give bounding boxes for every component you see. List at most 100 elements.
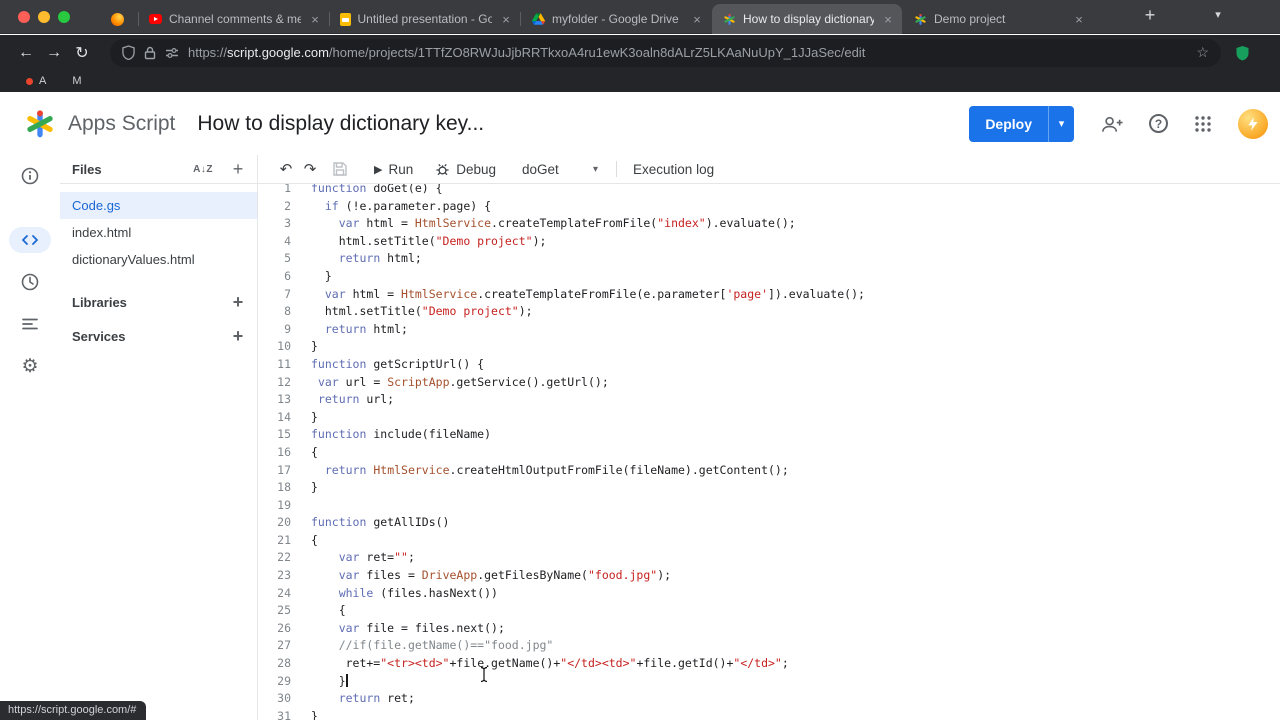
code-line-3[interactable]: 3 var html = HtmlService.createTemplateF… — [258, 215, 1280, 233]
tab-search-chevron-icon[interactable] — [1208, 8, 1228, 21]
line-number[interactable]: 26 — [258, 620, 291, 638]
maximize-window-button[interactable] — [58, 11, 70, 23]
address-bar[interactable]: https://script.google.com/home/projects/… — [110, 38, 1221, 67]
bookmark-item-m[interactable]: M — [72, 75, 81, 87]
debug-button[interactable]: Debug — [435, 162, 496, 177]
code-line-19[interactable]: 19 — [258, 497, 1280, 515]
deploy-dropdown-caret-icon[interactable] — [1048, 105, 1074, 142]
bookmark-star-icon[interactable] — [1196, 44, 1209, 61]
code-editor[interactable]: 1 function doGet(e) {2 if (!e.parameter.p… — [258, 184, 1280, 720]
deploy-label[interactable]: Deploy — [969, 105, 1048, 142]
code-line-29[interactable]: 29 } — [258, 673, 1280, 691]
extension-shield-icon[interactable] — [1235, 45, 1250, 61]
code-line-16[interactable]: 16 { — [258, 444, 1280, 462]
browser-tab-how-to-display-dictionary-ke[interactable]: How to display dictionary keys,v — [712, 4, 902, 34]
line-number[interactable]: 21 — [258, 532, 291, 550]
code-line-26[interactable]: 26 var file = files.next(); — [258, 620, 1280, 638]
help-icon[interactable] — [1149, 114, 1168, 133]
redo-button[interactable] — [298, 160, 322, 178]
file-item-Code.gs[interactable]: Code.gs — [60, 192, 257, 219]
code-line-15[interactable]: 15 function include(fileName) — [258, 426, 1280, 444]
line-number[interactable]: 23 — [258, 567, 291, 585]
undo-button[interactable] — [274, 160, 298, 178]
code-line-9[interactable]: 9 return html; — [258, 321, 1280, 339]
back-button[interactable] — [12, 44, 40, 62]
tab-close-icon[interactable] — [881, 12, 895, 27]
line-number[interactable]: 27 — [258, 637, 291, 655]
code-line-18[interactable]: 18} — [258, 479, 1280, 497]
tune-icon[interactable] — [165, 47, 179, 59]
forward-button[interactable] — [40, 44, 68, 62]
tab-close-icon[interactable] — [690, 12, 704, 27]
minimize-window-button[interactable] — [38, 11, 50, 23]
code-line-25[interactable]: 25 { — [258, 602, 1280, 620]
line-number[interactable]: 13 — [258, 391, 291, 409]
line-number[interactable]: 7 — [258, 286, 291, 304]
nav-editor[interactable] — [6, 219, 54, 261]
code-line-14[interactable]: 14} — [258, 409, 1280, 427]
line-number[interactable]: 10 — [258, 338, 291, 356]
line-number[interactable]: 29 — [258, 673, 291, 691]
code-line-5[interactable]: 5 return html; — [258, 250, 1280, 268]
code-line-13[interactable]: 13 return url; — [258, 391, 1280, 409]
function-selector[interactable]: doGet — [522, 162, 598, 177]
lock-icon[interactable] — [144, 46, 156, 60]
sidebar-section-services[interactable]: Services — [60, 321, 257, 351]
code-line-20[interactable]: 20 function getAllIDs() — [258, 514, 1280, 532]
line-number[interactable]: 24 — [258, 585, 291, 603]
line-number[interactable]: 2 — [258, 198, 291, 216]
shield-icon[interactable] — [122, 45, 135, 60]
code-line-27[interactable]: 27 //if(file.getName()=="food.jpg" — [258, 637, 1280, 655]
new-tab-button[interactable] — [1138, 5, 1162, 26]
code-line-23[interactable]: 23 var files = DriveApp.getFilesByName("… — [258, 567, 1280, 585]
line-number[interactable]: 15 — [258, 426, 291, 444]
line-number[interactable]: 16 — [258, 444, 291, 462]
browser-tab-channel-comments-mentions[interactable]: Channel comments & mentions — [139, 4, 329, 34]
line-number[interactable]: 18 — [258, 479, 291, 497]
line-number[interactable]: 30 — [258, 690, 291, 708]
line-number[interactable]: 6 — [258, 268, 291, 286]
code-line-6[interactable]: 6 } — [258, 268, 1280, 286]
code-line-22[interactable]: 22 var ret=""; — [258, 549, 1280, 567]
line-number[interactable]: 5 — [258, 250, 291, 268]
line-number[interactable]: 28 — [258, 655, 291, 673]
share-person-add-icon[interactable] — [1100, 114, 1123, 134]
deploy-button[interactable]: Deploy — [969, 105, 1074, 142]
google-apps-grid-icon[interactable] — [1194, 115, 1212, 133]
add-libraries-icon[interactable] — [229, 293, 247, 311]
tab-close-icon[interactable] — [499, 12, 513, 27]
code-line-10[interactable]: 10} — [258, 338, 1280, 356]
code-line-4[interactable]: 4 html.setTitle("Demo project"); — [258, 233, 1280, 251]
browser-tab-pinned[interactable] — [96, 4, 138, 34]
browser-tab-demo-project[interactable]: Demo project — [903, 4, 1093, 34]
add-file-icon[interactable] — [229, 160, 247, 178]
nav-settings[interactable]: ⚙ — [6, 345, 54, 387]
code-line-1[interactable]: 1 function doGet(e) { — [258, 184, 1280, 198]
code-line-17[interactable]: 17 return HtmlService.createHtmlOutputFr… — [258, 462, 1280, 480]
sort-files-icon[interactable] — [193, 164, 213, 175]
line-number[interactable]: 31 — [258, 708, 291, 720]
nav-executions[interactable] — [6, 303, 54, 345]
browser-tab-myfolder-google-drive[interactable]: myfolder - Google Drive — [521, 4, 711, 34]
code-line-28[interactable]: 28 ret+="<tr><td>"+file.getName()+"</td>… — [258, 655, 1280, 673]
close-window-button[interactable] — [18, 11, 30, 23]
code-line-21[interactable]: 21 { — [258, 532, 1280, 550]
reload-button[interactable] — [68, 43, 96, 63]
add-services-icon[interactable] — [229, 327, 247, 345]
file-item-index.html[interactable]: index.html — [60, 219, 257, 246]
browser-tab-untitled-presentation-google[interactable]: Untitled presentation - Google S — [330, 4, 520, 34]
line-number[interactable]: 1 — [258, 184, 291, 198]
code-line-31[interactable]: 31} — [258, 708, 1280, 720]
line-number[interactable]: 9 — [258, 321, 291, 339]
sidebar-section-libraries[interactable]: Libraries — [60, 287, 257, 317]
line-number[interactable]: 8 — [258, 303, 291, 321]
line-number[interactable]: 3 — [258, 215, 291, 233]
nav-overview[interactable] — [6, 155, 54, 197]
code-line-8[interactable]: 8 html.setTitle("Demo project"); — [258, 303, 1280, 321]
line-number[interactable]: 14 — [258, 409, 291, 427]
line-number[interactable]: 4 — [258, 233, 291, 251]
line-number[interactable]: 12 — [258, 374, 291, 392]
tab-close-icon[interactable] — [1072, 12, 1086, 27]
line-number[interactable]: 22 — [258, 549, 291, 567]
line-number[interactable]: 11 — [258, 356, 291, 374]
